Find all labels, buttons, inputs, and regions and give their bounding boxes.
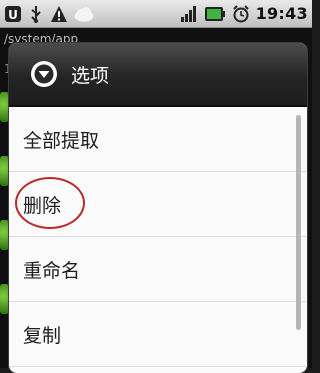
usb-icon [27,5,45,23]
status-right-icons: 19:43 [180,3,308,24]
scrollbar[interactable] [296,115,301,330]
cloud-icon [73,5,95,23]
option-rename[interactable]: 重命名 [9,237,307,302]
option-label-delete: 删除 [15,176,85,229]
background-file-icon [0,92,9,122]
highlight-circle [15,176,85,229]
option-extract-all[interactable]: 全部提取 [9,107,307,172]
alarm-icon [232,4,250,23]
option-label: 复制 [23,324,62,347]
options-list: 全部提取 删除 重命名 复制 [9,107,307,367]
option-label: 重命名 [23,259,81,282]
signal-icon [180,5,198,23]
option-label: 全部提取 [23,129,100,152]
warning-icon [50,5,68,23]
status-time: 19:43 [255,4,308,23]
dialog-title-bar: 选项 [9,43,307,107]
background-file-icon [0,220,9,250]
background-file-icon [0,156,9,186]
usb-debugging-icon: U [4,5,22,23]
status-left-icons: U [4,3,95,24]
dropdown-circle-icon [29,59,59,89]
svg-text:U: U [8,8,18,22]
background-file-icon [0,284,9,314]
battery-icon [204,5,226,23]
status-bar: U 19:43 [0,0,312,28]
options-dialog: 选项 全部提取 删除 重命名 复制 [9,43,307,373]
option-copy[interactable]: 复制 [9,302,307,367]
dialog-title: 选项 [71,64,110,87]
option-delete[interactable]: 删除 [9,172,307,237]
